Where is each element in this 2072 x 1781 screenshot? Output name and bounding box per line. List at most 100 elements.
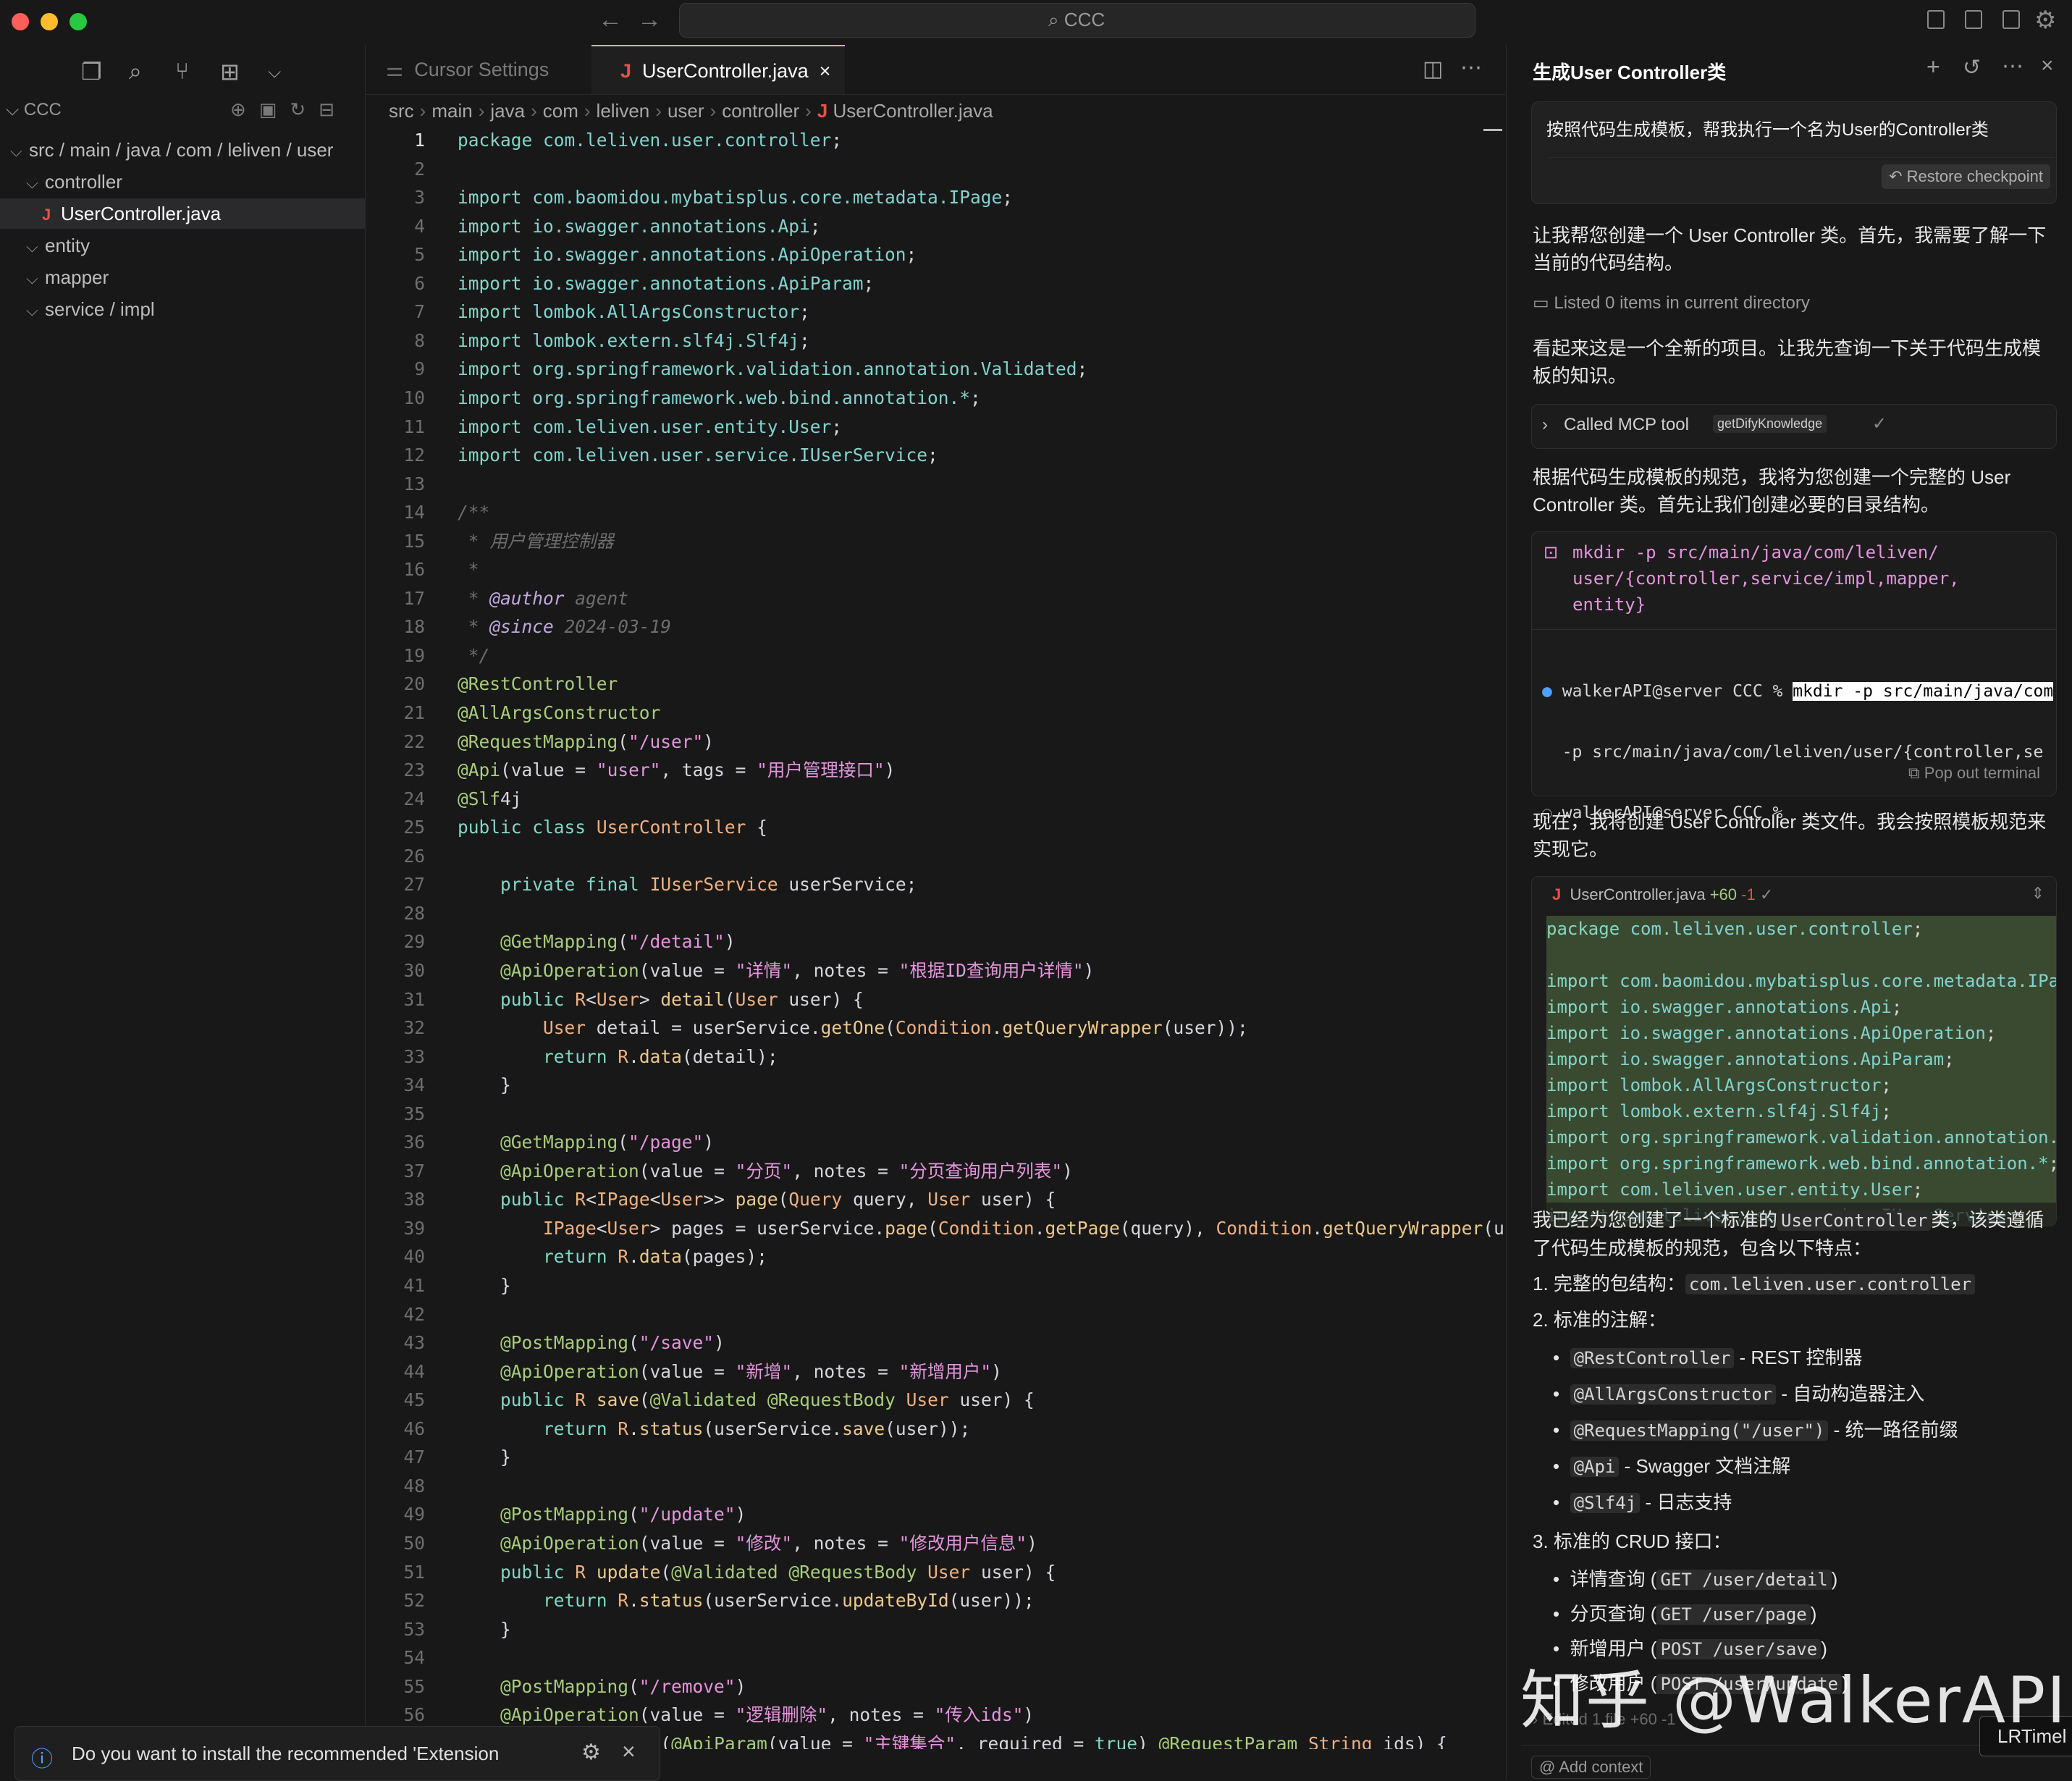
tree-item[interactable]: J UserController.java <box>0 198 365 229</box>
mcp-tool-call[interactable]: › Called MCP tool getDifyKnowledge ✓ <box>1531 404 2057 449</box>
breadcrumb-segment[interactable]: UserController.java <box>833 100 993 122</box>
code-line[interactable]: 13 <box>366 471 1505 497</box>
code-line[interactable]: 33 return R.data(detail); <box>366 1044 1505 1070</box>
expand-icon[interactable]: ⇕ <box>2031 884 2044 903</box>
toggle-panel-icon[interactable] <box>1965 10 1982 29</box>
breadcrumb-segment[interactable]: controller <box>722 100 799 122</box>
restore-checkpoint-button[interactable]: ↶ Restore checkpoint <box>1882 164 2050 189</box>
code-line[interactable]: 47 } <box>366 1444 1505 1470</box>
code-line[interactable]: 45 public R save(@Validated @RequestBody… <box>366 1387 1505 1413</box>
chevron-down-icon[interactable]: ⌵ <box>268 62 281 83</box>
tree-item[interactable]: ⌵ mapper <box>0 262 365 292</box>
pop-out-terminal-button[interactable]: ⧉ Pop out terminal <box>1908 764 2040 783</box>
code-line[interactable]: 25 public class UserController { <box>366 814 1505 841</box>
user-message-box[interactable]: 按照代码生成模板，帮我执行一个名为User的Controller类 ↶ Rest… <box>1531 101 2057 204</box>
breadcrumb-segment[interactable]: leliven <box>597 100 650 122</box>
code-line[interactable]: 4 import io.swagger.annotations.Api; <box>366 214 1505 240</box>
code-line[interactable]: 34 } <box>366 1072 1505 1098</box>
extensions-icon[interactable]: ⊞ <box>220 58 240 85</box>
add-context-button[interactable]: @ Add context <box>1531 1756 1651 1779</box>
code-line[interactable]: 8 import lombok.extern.slf4j.Slf4j; <box>366 328 1505 354</box>
close-tab-icon[interactable]: × <box>820 60 831 82</box>
code-line[interactable]: 15 * 用户管理控制器 <box>366 529 1505 555</box>
code-line[interactable]: 6 import io.swagger.annotations.ApiParam; <box>366 271 1505 297</box>
code-line[interactable]: 18 * @since 2024-03-19 <box>366 614 1505 640</box>
code-line[interactable]: 28 <box>366 901 1505 927</box>
code-line[interactable]: 50 @ApiOperation(value = "修改", notes = "… <box>366 1531 1505 1557</box>
code-line[interactable]: 56 @ApiOperation(value = "逻辑删除", notes =… <box>366 1702 1505 1728</box>
code-line[interactable]: 14 /** <box>366 500 1505 526</box>
breadcrumb-segment[interactable]: com <box>543 100 578 122</box>
code-line[interactable]: 51 public R update(@Validated @RequestBo… <box>366 1559 1505 1586</box>
code-line[interactable]: 43 @PostMapping("/save") <box>366 1330 1505 1356</box>
code-line[interactable]: 31 public R<User> detail(User user) { <box>366 987 1505 1013</box>
history-icon[interactable]: ↺ <box>1963 55 1981 80</box>
new-file-icon[interactable]: ⊕ <box>230 98 259 120</box>
code-line[interactable]: 23 @Api(value = "user", tags = "用户管理接口") <box>366 757 1505 783</box>
tree-item[interactable]: ⌵ src / main / java / com / leliven / use… <box>0 135 365 165</box>
close-window-button[interactable] <box>12 13 29 30</box>
tree-item[interactable]: ⌵ entity <box>0 230 365 261</box>
breadcrumb-segment[interactable]: java <box>490 100 525 122</box>
code-line[interactable]: 46 return R.status(userService.save(user… <box>366 1416 1505 1442</box>
gear-icon[interactable]: ⚙ <box>2034 6 2056 35</box>
more-actions-icon[interactable]: ⋯ <box>1460 55 1482 80</box>
code-line[interactable]: 3 import com.baomidou.mybatisplus.core.me… <box>366 185 1505 211</box>
files-icon[interactable]: ❐ <box>81 58 102 85</box>
new-chat-icon[interactable]: + <box>1926 54 1940 80</box>
code-line[interactable]: 52 return R.status(userService.updateByI… <box>366 1588 1505 1614</box>
code-line[interactable]: 44 @ApiOperation(value = "新增", notes = "… <box>366 1359 1505 1385</box>
code-line[interactable]: 32 User detail = userService.getOne(Cond… <box>366 1015 1505 1041</box>
code-line[interactable]: 9 import org.springframework.validation.a… <box>366 356 1505 382</box>
collapse-all-icon[interactable]: ⊟ <box>319 98 348 120</box>
code-line[interactable]: 19 */ <box>366 643 1505 669</box>
code-line[interactable]: 5 import io.swagger.annotations.ApiOperat… <box>366 242 1505 268</box>
code-line[interactable]: 26 <box>366 843 1505 870</box>
code-line[interactable]: 42 <box>366 1302 1505 1328</box>
code-line[interactable]: 39 IPage<User> pages = userService.page(… <box>366 1216 1505 1242</box>
toggle-sidebar-icon[interactable] <box>1927 10 1945 29</box>
code-line[interactable]: 40 return R.data(pages); <box>366 1244 1505 1270</box>
search-icon[interactable]: ⌕ <box>129 58 142 85</box>
code-line[interactable]: 24 @Slf4j <box>366 786 1505 812</box>
code-line[interactable]: 55 @PostMapping("/remove") <box>366 1674 1505 1700</box>
code-line[interactable]: 53 } <box>366 1617 1505 1643</box>
code-line[interactable]: 49 @PostMapping("/update") <box>366 1502 1505 1528</box>
close-icon[interactable]: × <box>2041 54 2054 78</box>
gear-icon[interactable]: ⚙ <box>581 1740 601 1765</box>
close-icon[interactable]: × <box>622 1738 636 1765</box>
code-line[interactable]: 20 @RestController <box>366 671 1505 697</box>
code-view[interactable]: 1 package com.leliven.user.controller; 2 3 i… <box>366 127 1505 1749</box>
code-line[interactable]: 12 import com.leliven.user.service.IUserS… <box>366 442 1505 468</box>
code-line[interactable]: 21 @AllArgsConstructor <box>366 700 1505 726</box>
code-line[interactable]: 27 private final IUserService userServic… <box>366 872 1505 898</box>
code-line[interactable]: 17 * @author agent <box>366 586 1505 612</box>
code-line[interactable]: 38 public R<IPage<User>> page(Query quer… <box>366 1187 1505 1213</box>
breadcrumb-segment[interactable]: user <box>667 100 704 122</box>
code-line[interactable]: 7 import lombok.AllArgsConstructor; <box>366 299 1505 325</box>
code-line[interactable]: 10 import org.springframework.web.bind.an… <box>366 385 1505 411</box>
forward-arrow-icon[interactable]: → <box>637 6 662 34</box>
tree-item[interactable]: ⌵ service / impl <box>0 294 365 324</box>
code-line[interactable]: 37 @ApiOperation(value = "分页", notes = "… <box>366 1158 1505 1184</box>
code-line[interactable]: 54 <box>366 1645 1505 1671</box>
code-line[interactable]: 29 @GetMapping("/detail") <box>366 929 1505 955</box>
code-line[interactable]: 48 <box>366 1473 1505 1499</box>
code-line[interactable]: 2 <box>366 156 1505 182</box>
tab-cursor-settings[interactable]: ⚌ Cursor Settings <box>386 45 549 94</box>
back-arrow-icon[interactable]: ← <box>598 6 623 34</box>
code-line[interactable]: 22 @RequestMapping("/user") <box>366 729 1505 755</box>
more-actions-icon[interactable]: ⋯ <box>2002 54 2023 79</box>
maximize-window-button[interactable] <box>70 13 87 30</box>
code-line[interactable]: 36 @GetMapping("/page") <box>366 1129 1505 1155</box>
diff-preview[interactable]: J UserController.java +60 -1 ✓ ⇕ package… <box>1531 876 2057 1226</box>
source-control-icon[interactable]: ⑂ <box>175 58 189 85</box>
breadcrumb-segment[interactable]: src <box>389 100 414 122</box>
new-folder-icon[interactable]: ▣ <box>259 98 290 120</box>
tab-user-controller[interactable]: J UserController.java × <box>591 45 845 94</box>
minimize-window-button[interactable] <box>41 13 58 30</box>
toggle-secondary-sidebar-icon[interactable] <box>2002 10 2020 29</box>
code-line[interactable]: 1 package com.leliven.user.controller; <box>366 127 1505 153</box>
split-editor-icon[interactable]: ◫ <box>1423 56 1443 82</box>
refresh-icon[interactable]: ↻ <box>290 98 319 120</box>
